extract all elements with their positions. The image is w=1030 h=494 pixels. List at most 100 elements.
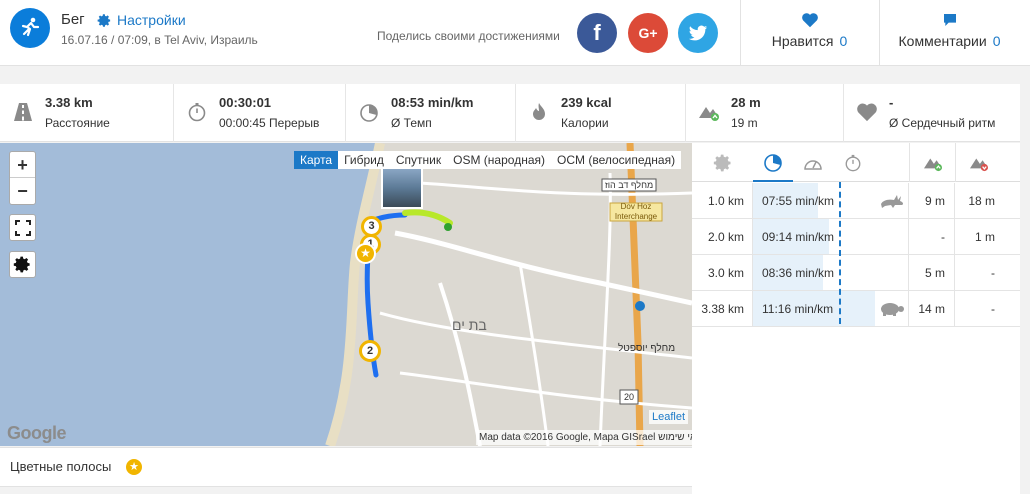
road-icon xyxy=(12,101,34,123)
stat-heart-rate: - Ø Сердечный ритм xyxy=(844,84,1020,142)
map-attribution: Map data ©2016 Google, Mapa GISrael תנאי… xyxy=(476,430,707,445)
flame-icon xyxy=(528,101,550,123)
lap-row: 1.0 km 07:55 min/km 9 m 18 m xyxy=(692,183,1020,219)
street-label: Dov Hoz Interchange xyxy=(614,202,658,221)
route-map[interactable]: מחלף דב הוז Dov Hoz Interchange בת ים מח… xyxy=(0,143,692,446)
stat-value: 239 kcal xyxy=(561,95,612,110)
twitter-share-button[interactable] xyxy=(678,13,718,53)
facebook-icon: f xyxy=(593,20,601,45)
page-scrollbar[interactable] xyxy=(1020,66,1030,494)
google-logo: Google xyxy=(7,423,67,443)
settings-link[interactable]: Настройки xyxy=(97,12,186,28)
layer-ocm[interactable]: OCM (велосипедная) xyxy=(551,151,681,169)
zoom-out-button[interactable]: − xyxy=(10,178,35,204)
stat-label: Калории xyxy=(561,116,609,130)
stat-pace: 08:53 min/km Ø Темп xyxy=(346,84,516,142)
laps-settings-tab[interactable] xyxy=(692,143,753,182)
gear-icon xyxy=(97,13,111,27)
lap-row: 3.0 km 08:36 min/km 5 m - xyxy=(692,255,1020,291)
stat-label: 00:00:45 Перерыв xyxy=(219,116,320,130)
ascent-column-header xyxy=(909,143,955,182)
color-bands-label: Цветные полосы xyxy=(10,459,112,474)
layer-osm[interactable]: OSM (народная) xyxy=(447,151,551,169)
heart-icon xyxy=(801,13,818,28)
descent-column-header xyxy=(955,143,1001,182)
lap-pace: 11:16 min/km xyxy=(762,301,834,316)
lap-pace: 09:14 min/km xyxy=(762,229,835,244)
stat-calories: 239 kcal Калории xyxy=(516,84,686,142)
lap-distance: 3.38 km xyxy=(692,291,753,326)
stat-value: 28 m xyxy=(731,95,761,110)
stat-value: 3.38 km xyxy=(45,95,93,110)
lap-distance: 1.0 km xyxy=(692,183,753,218)
lap-row: 3.38 km 11:16 min/km 14 m - xyxy=(692,291,1020,327)
lap-distance: 3.0 km xyxy=(692,255,753,290)
activity-date-location: 16.07.16 / 07:09, в Tel Aviv, Израиль xyxy=(61,33,258,47)
runner-icon xyxy=(10,8,50,48)
leaflet-link[interactable]: Leaflet xyxy=(649,410,689,424)
share-text: Поделись своими достижениями xyxy=(377,29,560,43)
layer-map[interactable]: Карта xyxy=(294,151,339,169)
lap-distance: 2.0 km xyxy=(692,219,753,254)
stat-label: Ø Сердечный ритм xyxy=(889,116,996,130)
twitter-icon xyxy=(688,25,708,41)
lap-ascent: 5 m xyxy=(909,255,955,290)
zoom-in-button[interactable]: + xyxy=(10,152,35,178)
tab-pace[interactable] xyxy=(753,143,793,182)
layer-satellite[interactable]: Спутник xyxy=(390,151,447,169)
comment-icon xyxy=(943,14,956,26)
layer-hybrid[interactable]: Гибрид xyxy=(338,151,390,169)
route-marker[interactable]: 2 xyxy=(359,340,381,362)
tab-time[interactable] xyxy=(833,143,873,182)
map-canvas xyxy=(0,143,692,446)
stat-duration: 00:30:01 00:00:45 Перерыв xyxy=(174,84,346,142)
marker-label: 3 xyxy=(368,220,375,232)
lap-row: 2.0 km 09:14 min/km - 1 m xyxy=(692,219,1020,255)
route-photo-thumbnail[interactable] xyxy=(381,167,423,209)
average-pace-line xyxy=(839,182,841,324)
lap-descent: 1 m xyxy=(974,229,995,244)
ascent-icon xyxy=(923,158,942,171)
descent-icon xyxy=(969,158,988,171)
settings-label: Настройки xyxy=(117,12,186,28)
lap-pace-cell: 08:36 min/km xyxy=(753,255,909,290)
map-settings-button[interactable] xyxy=(9,251,36,278)
facebook-share-button[interactable]: f xyxy=(577,13,617,53)
street-label: מחלף דב הוז xyxy=(604,180,654,190)
start-marker[interactable]: ★ xyxy=(355,243,376,264)
fullscreen-icon xyxy=(14,219,31,236)
gear-icon xyxy=(713,154,730,171)
marker-label: 2 xyxy=(366,345,374,357)
stopwatch-icon xyxy=(845,154,861,171)
street-label: בת ים xyxy=(452,317,487,333)
stat-label: 19 m xyxy=(731,116,758,130)
stat-distance: 3.38 km Расстояние xyxy=(0,84,174,142)
like-button[interactable]: Нравится 0 xyxy=(740,12,879,49)
turtle-icon xyxy=(881,303,904,316)
fullscreen-button[interactable] xyxy=(9,214,36,241)
lap-descent: 18 m xyxy=(968,193,995,208)
lap-pace-cell: 11:16 min/km xyxy=(753,291,909,326)
color-bands-panel[interactable]: Цветные полосы ★ xyxy=(0,447,692,487)
lap-pace-cell: 07:55 min/km xyxy=(753,183,909,218)
tab-speed[interactable] xyxy=(793,143,833,182)
google-plus-share-button[interactable]: G+ xyxy=(628,13,668,53)
lap-pace-cell: 09:14 min/km xyxy=(753,219,909,254)
laps-table: 1.0 km 07:55 min/km 9 m 18 m 2.0 km 09:1… xyxy=(692,143,1020,494)
stat-elevation: 28 m 19 m xyxy=(686,84,844,142)
elevation-icon xyxy=(698,101,720,123)
map-layer-switcher: Карта Гибрид Спутник OSM (народная) OCM … xyxy=(294,151,682,169)
street-label: מחלף יוספטל xyxy=(618,343,676,354)
stat-value: 08:53 min/km xyxy=(391,95,474,110)
lap-descent: - xyxy=(991,265,995,280)
lap-descent: - xyxy=(991,301,995,316)
lap-ascent: - xyxy=(909,219,955,254)
comments-button[interactable]: Комментарии 0 xyxy=(879,12,1020,49)
comments-label: Комментарии xyxy=(898,33,987,49)
stat-value: - xyxy=(889,95,894,110)
stat-label: Ø Темп xyxy=(391,116,432,130)
comments-count: 0 xyxy=(992,33,1001,49)
lap-pace: 07:55 min/km xyxy=(762,193,835,208)
gear-icon xyxy=(13,256,30,273)
pace-icon xyxy=(358,101,380,123)
